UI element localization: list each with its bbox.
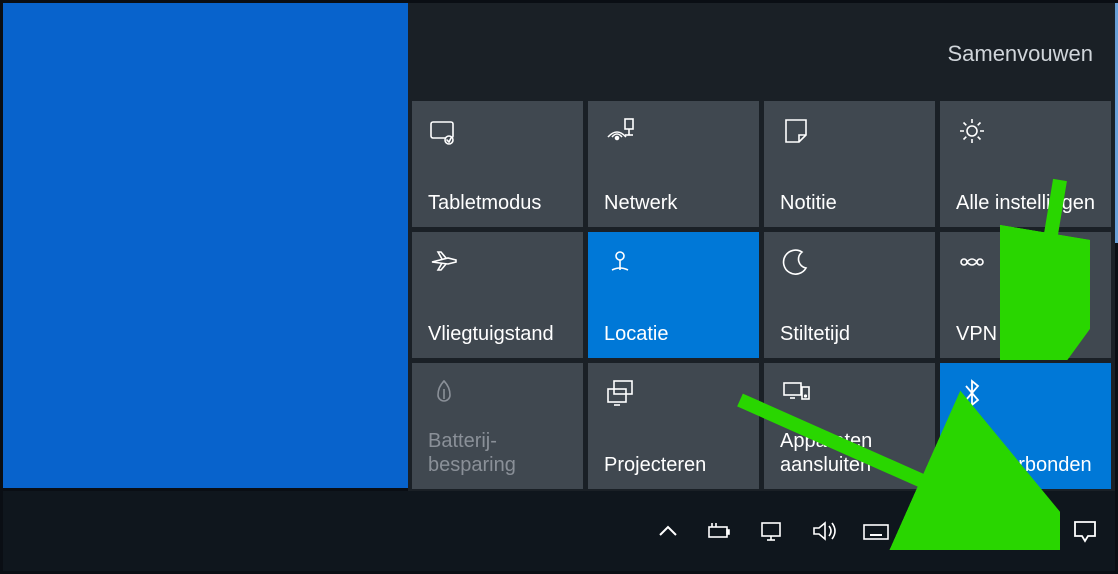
connect-icon <box>780 377 919 409</box>
tile-label: Niet verbonden <box>956 453 1095 477</box>
tile-network[interactable]: Netwerk <box>588 101 759 227</box>
date-text: 26-11-2018 <box>930 531 1031 555</box>
system-tray: 15:5 26-11-2018 <box>654 507 1099 555</box>
tile-label: Netwerk <box>604 191 743 215</box>
tile-bluetooth[interactable]: Niet verbonden <box>940 363 1111 489</box>
battery-icon <box>428 377 567 409</box>
gear-icon <box>956 115 1095 147</box>
tile-airplane[interactable]: Vliegtuigstand <box>412 232 583 358</box>
tile-location[interactable]: Locatie <box>588 232 759 358</box>
tile-battery[interactable]: Batterij- besparing <box>412 363 583 489</box>
airplane-icon <box>428 246 567 278</box>
tray-overflow-chevron[interactable] <box>654 517 682 545</box>
tile-connect[interactable]: Apparaten aansluiten <box>764 363 935 489</box>
tile-label: Batterij- besparing <box>428 429 567 477</box>
project-icon <box>604 377 743 409</box>
network-tray-icon[interactable] <box>758 517 786 545</box>
collapse-button[interactable]: Samenvouwen <box>947 41 1093 67</box>
tile-note[interactable]: Notitie <box>764 101 935 227</box>
clock[interactable]: 15:5 26-11-2018 <box>930 507 1031 555</box>
tile-label: VPN <box>956 322 1095 346</box>
location-icon <box>604 246 743 278</box>
desktop-background <box>3 3 408 488</box>
tile-label: Locatie <box>604 322 743 346</box>
tile-label: Tabletmodus <box>428 191 567 215</box>
tile-label: Stiltetijd <box>780 322 919 346</box>
moon-icon <box>780 246 919 278</box>
notifications-icon[interactable] <box>1071 517 1099 545</box>
bluetooth-icon <box>956 377 1095 409</box>
tile-project[interactable]: Projecteren <box>588 363 759 489</box>
tablet-icon <box>428 115 567 147</box>
time-text: 15:5 <box>992 507 1031 531</box>
network-icon <box>604 115 743 147</box>
power-icon[interactable] <box>706 517 734 545</box>
keyboard-icon[interactable] <box>862 517 890 545</box>
tile-vpn[interactable]: VPN <box>940 232 1111 358</box>
tile-label: Notitie <box>780 191 919 215</box>
action-center-panel: Samenvouwen Tabletmodus Netwerk Notitie … <box>408 3 1115 491</box>
tile-label: Vliegtuigstand <box>428 322 567 346</box>
taskbar: 15:5 26-11-2018 <box>3 491 1115 571</box>
tile-quiet[interactable]: Stiltetijd <box>764 232 935 358</box>
tile-label: Projecteren <box>604 453 743 477</box>
tile-tabletmode[interactable]: Tabletmodus <box>412 101 583 227</box>
quick-actions-grid: Tabletmodus Netwerk Notitie Alle instell… <box>412 101 1111 489</box>
tile-settings[interactable]: Alle instellingen <box>940 101 1111 227</box>
volume-icon[interactable] <box>810 517 838 545</box>
tile-label: Apparaten aansluiten <box>780 429 919 477</box>
note-icon <box>780 115 919 147</box>
vpn-icon <box>956 246 1095 278</box>
tile-label: Alle instellingen <box>956 191 1095 215</box>
